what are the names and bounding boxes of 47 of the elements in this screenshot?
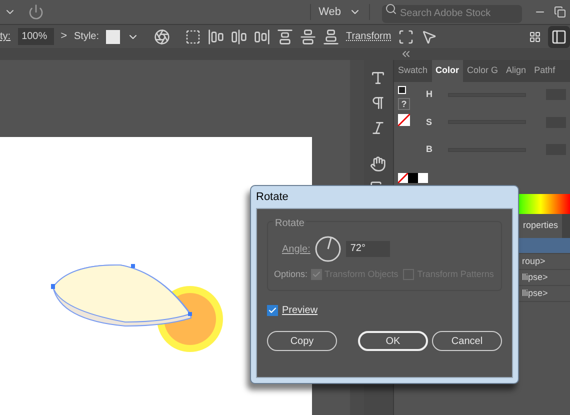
unknown-color[interactable]: ? — [398, 98, 410, 110]
dialog-title: Rotate — [256, 190, 288, 205]
style-label: Style: — [74, 30, 100, 44]
angle-label: Angle: — [282, 242, 310, 256]
preview-label: Preview — [282, 304, 318, 318]
dialog-button[interactable]: Cancel — [432, 331, 502, 351]
restore-icon[interactable] — [554, 6, 566, 18]
options-label: Options: — [274, 268, 308, 281]
search-icon — [385, 3, 397, 15]
style-swatch[interactable] — [106, 30, 120, 44]
channel-label: B — [426, 143, 434, 156]
arrange-icon[interactable] — [529, 30, 541, 42]
panel-tab[interactable]: Pathf — [530, 60, 560, 82]
crop-icon[interactable] — [185, 28, 202, 44]
align-middle-icon[interactable] — [300, 28, 316, 44]
checkbox[interactable] — [267, 305, 278, 316]
channel-label: S — [426, 116, 434, 128]
panel-tab[interactable]: Color — [432, 60, 464, 82]
paragraph-icon[interactable] — [370, 95, 386, 111]
align-top-icon[interactable] — [277, 28, 294, 44]
panel-tab[interactable]: Color G — [463, 60, 502, 82]
dialog-button[interactable]: Copy — [267, 331, 337, 351]
swatch-row-icon[interactable] — [398, 173, 428, 183]
panel-tab[interactable]: Align — [502, 60, 530, 82]
align-left-icon[interactable] — [208, 28, 224, 44]
collapse-icon[interactable] — [400, 48, 412, 60]
workspace-dropdown[interactable]: Web — [310, 4, 370, 20]
opacity-field[interactable]: 100% — [18, 28, 54, 45]
recolor-icon[interactable] — [154, 28, 170, 44]
channel-label: H — [426, 88, 434, 101]
type-icon[interactable] — [370, 70, 386, 86]
stroke-swatch-icon[interactable] — [398, 114, 410, 126]
align-right-icon[interactable] — [254, 28, 270, 44]
more-button[interactable]: > — [60, 28, 67, 45]
opacity-label: ty: — [0, 30, 11, 44]
panel-toggle[interactable] — [548, 26, 570, 48]
panel-tab[interactable]: Swatch — [394, 60, 432, 82]
search-field[interactable]: Search Adobe Stock — [382, 4, 522, 22]
pointer-icon[interactable] — [421, 28, 438, 44]
angle-dial[interactable] — [315, 236, 342, 262]
power-icon[interactable] — [28, 4, 44, 20]
transform-link[interactable]: Transform — [346, 29, 392, 44]
align-center-icon[interactable] — [231, 28, 248, 44]
align-bottom-icon[interactable] — [323, 28, 340, 44]
dialog-button[interactable]: OK — [358, 331, 428, 351]
angle-field[interactable]: 72° — [346, 241, 390, 257]
panel-tab[interactable]: roperties — [519, 214, 562, 238]
